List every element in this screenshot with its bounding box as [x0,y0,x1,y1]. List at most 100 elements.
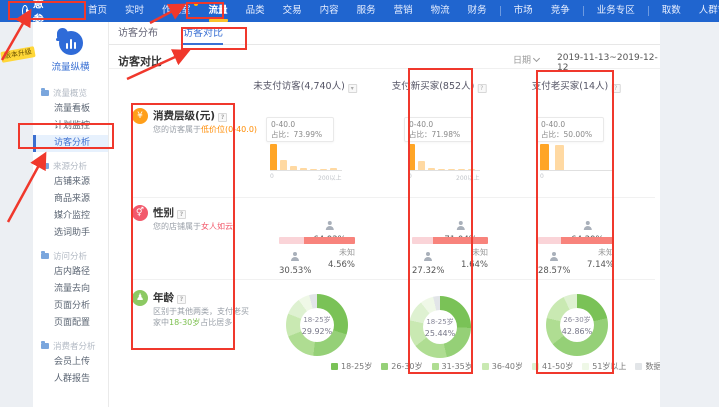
unknown-percent: 1.64% [461,260,488,270]
unknown-label: 未知 [328,247,355,258]
consume-bar-chart-2: 0-40.0占比：50.00%0 [536,117,616,187]
topnav-item-15[interactable]: 业务专区 [588,0,644,22]
sidebar-item-3[interactable]: 访客分析 [33,135,108,152]
bar [300,168,307,170]
age-donut-1: 18-25岁 25.44% [409,296,471,358]
bell-icon[interactable] [56,27,69,43]
folder-icon [41,343,49,349]
unknown-stat: 未知 4.56% [328,247,355,270]
sidebar-brand-label: 流量纵横 [33,59,108,73]
unknown-percent: 7.14% [587,260,614,270]
topnav-item-0[interactable]: 首页 [79,0,116,22]
topnav-item-8[interactable]: 营销 [385,0,422,22]
sidebar-item-15[interactable]: 会员上传 [33,354,108,371]
sidebar-section-4: 来源分析 [33,158,108,174]
topnav-item-13[interactable]: 竞争 [542,0,579,22]
age-subtitle: 区别于其他两类，支付老买家中18-30岁占比居多 [153,306,253,328]
consume-level-icon: ¥ [132,108,148,124]
sidebar-item-13[interactable]: 页面配置 [33,315,108,332]
tab-1[interactable]: 访客对比 [183,22,223,45]
topnav-item-17[interactable]: 取数 [653,0,690,22]
column-header-icon[interactable]: ? [611,84,620,93]
date-filter[interactable]: 日期 [513,53,539,66]
sidebar-item-1[interactable]: 流量看板 [33,101,108,118]
unknown-label: 未知 [587,247,614,258]
bar [468,169,475,171]
axis-label: 200以上 [456,173,479,182]
topnav-item-label: 竞争 [551,5,570,16]
notification-dot [194,2,198,6]
topnav-item-9[interactable]: 物流 [422,0,459,22]
person-icon [291,252,300,261]
legend-label: 26-30岁 [391,361,422,372]
topnav-item-10[interactable]: 财务 [459,0,496,22]
sidebar-item-10[interactable]: 店内路径 [33,264,108,281]
sidebar-item-2[interactable]: 计划监控 [33,118,108,135]
topnav-item-7[interactable]: 服务 [348,0,385,22]
unknown-percent: 4.56% [328,260,355,270]
app-logo[interactable]: 生意参谋 [22,0,51,43]
sidebar-item-5[interactable]: 店铺来源 [33,174,108,191]
tab-0[interactable]: 访客分布 [118,22,158,45]
male-stat: 27.32% [412,246,444,276]
sidebar-item-6[interactable]: 商品来源 [33,191,108,208]
column-header-0[interactable]: 未支付访客(4,740人)▾ [253,78,357,93]
topnav-item-label: 服务 [357,5,376,16]
column-header-icon[interactable]: ▾ [348,84,357,93]
topnav-item-3[interactable]: 流量 [200,0,237,22]
legend-item-0[interactable]: 18-25岁 [331,361,372,372]
content: 访客对比 日期 2019-11-13~2019-12-12 未支付访客(4,74… [109,45,660,407]
sidebar-item-11[interactable]: 流量去向 [33,281,108,298]
topnav-item-6[interactable]: 内容 [311,0,348,22]
sidebar-section-label: 消费者分析 [53,340,96,352]
topnav-item-label: 内容 [320,5,339,16]
donut-center-value: 25.44% [425,329,456,338]
sidebar-item-12[interactable]: 页面分析 [33,298,108,315]
legend-item-5[interactable]: 51岁以上 [582,361,626,372]
topnav-item-4[interactable]: 品类 [237,0,274,22]
legend-item-2[interactable]: 31-35岁 [432,361,473,372]
topnav-item-label: 营销 [394,5,413,16]
age-donut-2: 26-30岁42.86% [546,294,608,356]
main-panel: 访客分布访客对比 访客对比 日期 2019-11-13~2019-12-12 未… [109,22,660,407]
column-header-2[interactable]: 支付老买家(14人)? [532,78,621,93]
topnav-item-12[interactable]: 市场 [505,0,542,22]
topnav-item-1[interactable]: 实时 [116,0,153,22]
topnav-item-label: 人群管理 [699,5,719,16]
sidebar-item-7[interactable]: 媒介监控 [33,208,108,225]
topnav-item-label: 实时 [125,5,144,16]
bar [320,169,327,171]
female-segment [433,237,488,244]
help-icon[interactable]: ? [177,295,186,304]
male-percent: 30.53% [279,266,311,276]
bars [270,145,342,171]
topnav-item-2[interactable]: 作战室 [153,0,200,22]
column-header-label: 未支付访客(4,740人) [253,81,345,92]
axis-label: 0 [408,173,412,180]
donut-center: 18-25岁 25.44% [423,310,457,344]
donut-center-label: 18-25岁 [426,317,453,327]
help-icon[interactable]: ? [218,113,227,122]
bars [408,145,480,171]
topnav: 首页实时作战室流量品类交易内容服务营销物流财务市场竞争业务专区取数人群管理学院 [79,0,719,22]
legend-item-1[interactable]: 26-30岁 [381,361,422,372]
axis-label: 0 [540,173,544,180]
help-icon[interactable]: ? [177,210,186,219]
male-percent: 27.32% [412,266,444,276]
legend-item-4[interactable]: 41-50岁 [532,361,573,372]
topnav-item-5[interactable]: 交易 [274,0,311,22]
donut-center-value: 42.86% [562,327,593,336]
sidebar-item-8[interactable]: 选词助手 [33,225,108,242]
topnav-item-18[interactable]: 人群管理 [690,0,719,22]
unknown-stat: 未知1.64% [461,247,488,270]
page-title: 访客对比 [118,53,162,69]
sidebar-item-16[interactable]: 人群报告 [33,371,108,388]
person-icon [456,221,465,230]
legend-item-3[interactable]: 36-40岁 [482,361,523,372]
topnav-divider [500,6,501,16]
column-header-icon[interactable]: ? [477,84,486,93]
consume-bar-chart-0: 0-40.0占比：73.99%0200以上 [266,117,346,187]
tooltip-ratio: 占比：50.00% [541,130,599,140]
person-icon [325,221,334,230]
column-header-1[interactable]: 支付新买家(852人)? [392,78,487,93]
